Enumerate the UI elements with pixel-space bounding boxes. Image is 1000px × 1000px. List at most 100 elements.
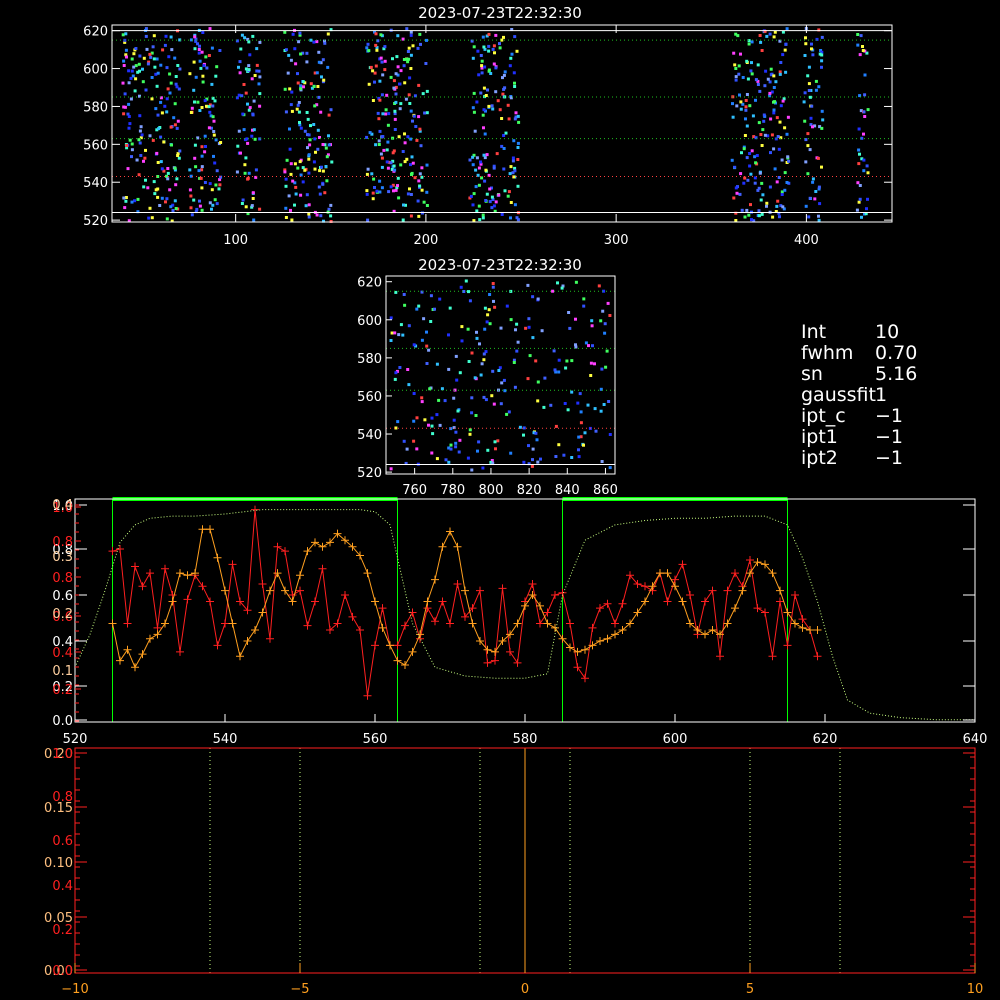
mid-pixel bbox=[527, 444, 530, 448]
top-pixel bbox=[174, 183, 178, 187]
top-xtick-label: 400 bbox=[794, 233, 819, 248]
top-pixel bbox=[240, 202, 244, 205]
top-pixel bbox=[144, 178, 147, 182]
profile-point bbox=[273, 542, 282, 551]
profile-xtick-label: 540 bbox=[213, 732, 238, 747]
top-pixel bbox=[418, 184, 422, 188]
profile-point bbox=[138, 582, 147, 591]
bottom-ytick-label-red: 1.0 bbox=[52, 747, 73, 762]
mid-pixel bbox=[460, 339, 464, 343]
top-pixel bbox=[188, 168, 192, 172]
top-pixel bbox=[213, 161, 217, 165]
top-pixel bbox=[857, 148, 861, 152]
mid-pixel bbox=[427, 423, 430, 427]
top-pixel bbox=[218, 49, 222, 52]
top-pixel bbox=[289, 172, 293, 176]
top-pixel bbox=[403, 132, 406, 136]
top-pixel bbox=[861, 49, 865, 52]
top-pixel bbox=[309, 124, 312, 128]
top-pixel bbox=[479, 91, 483, 95]
top-pixel bbox=[302, 85, 305, 89]
top-pixel bbox=[294, 192, 298, 196]
top-pixel bbox=[755, 154, 759, 157]
top-pixel bbox=[144, 34, 148, 38]
mid-pixel bbox=[459, 285, 463, 289]
mid-pixel bbox=[422, 317, 426, 321]
profile-point bbox=[791, 590, 799, 599]
top-pixel bbox=[806, 144, 810, 148]
mid-pixel bbox=[536, 399, 540, 403]
top-pixel bbox=[378, 98, 382, 102]
top-pixel bbox=[290, 109, 294, 113]
top-pixel bbox=[474, 185, 478, 189]
mid-pixel bbox=[407, 324, 411, 328]
top-pixel bbox=[732, 196, 736, 200]
mid-pixel bbox=[531, 295, 535, 299]
top-pixel bbox=[389, 161, 393, 165]
top-pixel bbox=[189, 111, 193, 114]
top-pixel bbox=[491, 47, 495, 51]
top-pixel bbox=[768, 185, 772, 189]
top-pixel bbox=[317, 95, 321, 99]
top-pixel bbox=[247, 171, 251, 175]
top-pixel bbox=[781, 53, 785, 57]
mid-ytick-label: 560 bbox=[357, 390, 382, 405]
top-pixel bbox=[372, 177, 376, 181]
top-frame bbox=[111, 24, 893, 223]
profile-point bbox=[611, 630, 619, 639]
top-pixel bbox=[412, 114, 416, 118]
top-pixel bbox=[301, 80, 305, 84]
top-pixel bbox=[391, 151, 395, 155]
top-pixel bbox=[862, 169, 866, 173]
top-pixel bbox=[858, 197, 862, 201]
top-pixel bbox=[409, 53, 413, 57]
top-pixel bbox=[290, 90, 294, 94]
profile-point bbox=[528, 580, 537, 589]
mid-pixel bbox=[563, 402, 567, 405]
top-pixel bbox=[366, 167, 370, 171]
top-pixel bbox=[498, 46, 502, 50]
profile-point bbox=[798, 615, 807, 624]
top-pixel bbox=[803, 91, 807, 95]
top-pixel bbox=[193, 100, 196, 104]
top-pixel bbox=[760, 212, 764, 216]
bottom-ytick-label: 0.10 bbox=[44, 856, 73, 871]
profile-point bbox=[153, 630, 162, 639]
top-pixel bbox=[482, 153, 486, 157]
top-pixel bbox=[178, 149, 182, 153]
top-pixel bbox=[368, 131, 372, 135]
mid-pixel bbox=[582, 297, 586, 301]
top-pixel bbox=[128, 122, 132, 126]
top-pixel bbox=[307, 215, 311, 219]
top-pixel bbox=[742, 181, 746, 185]
top-pixel bbox=[394, 188, 398, 192]
mid-pixel bbox=[500, 381, 504, 385]
top-pixel bbox=[772, 147, 776, 151]
top-pixel bbox=[403, 141, 407, 145]
mid-pixel bbox=[468, 432, 472, 436]
profile-ytick-label-alt: 0.1 bbox=[52, 664, 73, 679]
top-pixel bbox=[770, 133, 774, 137]
profile-point bbox=[198, 525, 207, 534]
profile-point bbox=[446, 527, 454, 536]
top-pixel bbox=[866, 197, 869, 201]
mid-pixel bbox=[454, 445, 458, 449]
top-pixel bbox=[258, 40, 262, 44]
top-pixel bbox=[492, 44, 496, 48]
profile-point bbox=[213, 553, 222, 562]
mid-pixel bbox=[552, 349, 556, 353]
top-pixel bbox=[321, 169, 325, 173]
top-pixel bbox=[779, 61, 783, 64]
top-pixel bbox=[513, 81, 516, 85]
top-pixel bbox=[139, 154, 143, 157]
mid-pixel bbox=[420, 396, 424, 400]
top-pixel bbox=[243, 171, 247, 175]
profile-point bbox=[656, 569, 664, 578]
top-pixel bbox=[365, 172, 369, 176]
top-pixel bbox=[329, 203, 333, 207]
top-pixel bbox=[288, 127, 291, 131]
top-pixel bbox=[305, 111, 309, 114]
top-pixel bbox=[750, 149, 754, 153]
top-pixel bbox=[820, 35, 824, 39]
top-pixel bbox=[314, 150, 317, 154]
